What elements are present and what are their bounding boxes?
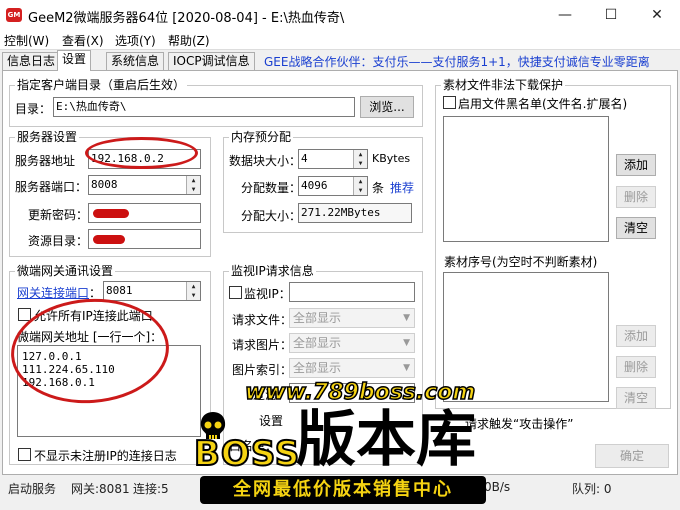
status-start: 启动服务 (8, 482, 57, 496)
server-port-input[interactable]: 8008 ▲ ▼ (88, 175, 201, 195)
resource-dir-input[interactable] (88, 229, 201, 249)
redaction-mark (93, 235, 125, 244)
server-port-value: 8008 (91, 178, 118, 191)
block-size-input[interactable]: 4 ▲ ▼ (298, 149, 368, 169)
alloc-size-field: 271.22MBytes (298, 203, 412, 223)
alloc-count-input[interactable]: 4096 ▲ ▼ (298, 176, 368, 196)
menu-control[interactable]: 控制(W) (4, 32, 49, 49)
status-speed: 0B/s (484, 480, 511, 494)
tab-strip: 信息日志 设置 系统信息 IOCP调试信息 GEE战略合作伙伴：支付乐——支付服… (0, 50, 680, 71)
block-size-label: 数据块大小： (229, 154, 302, 168)
server-address-label: 服务器地址 (15, 154, 76, 168)
recommend-link[interactable]: 推荐 (390, 179, 414, 196)
request-image-label: 请求图片： (232, 338, 293, 352)
request-file-select[interactable]: 全部显示 ▼ (289, 308, 415, 328)
request-image-value: 全部显示 (293, 336, 342, 350)
server-group-label: 服务器设置 (15, 128, 80, 145)
hide-unreg-label: 不显示未注册IP的连接日志 (34, 449, 177, 463)
monitor-ip-input[interactable] (289, 282, 415, 302)
server-port-spinner[interactable]: ▲ ▼ (186, 176, 200, 194)
monitor-ip-checkbox[interactable] (229, 286, 242, 299)
attack-trigger-label: 请求触发“攻击操作” (465, 417, 574, 431)
server-port-label: 服务器端口： (15, 180, 88, 194)
image-index-label: 图片索引： (232, 363, 293, 377)
filter-input[interactable] (289, 383, 415, 403)
status-bar: 启动服务 网关:8081 连接:5 0B/s 队列: 0 (0, 476, 680, 510)
alloc-count-value: 4096 (301, 179, 328, 192)
asset-seq-list[interactable] (443, 272, 609, 402)
blacklist-checkbox[interactable] (443, 96, 456, 109)
maximize-button[interactable]: ☐ (588, 0, 634, 30)
blacklist-label: 启用文件黑名单(文件名.扩展名) (458, 97, 628, 111)
chevron-down-icon: ▼ (403, 338, 410, 348)
whitelist-label: 白名单： (229, 439, 278, 453)
settings-sub-label: 设置 (259, 414, 284, 428)
memory-group-label: 内存预分配 (229, 128, 294, 145)
blacklist-list[interactable] (443, 116, 609, 242)
add-seq-button[interactable]: 添加 (616, 325, 656, 347)
resource-dir-label: 资源目录： (28, 234, 89, 248)
delete-blacklist-button[interactable]: 删除 (616, 186, 656, 208)
menu-help[interactable]: 帮助(Z) (168, 32, 210, 49)
request-file-label: 请求文件： (232, 313, 293, 327)
annotation-circle (85, 137, 198, 169)
request-file-value: 全部显示 (293, 311, 342, 325)
browse-button[interactable]: 浏览... (360, 96, 414, 118)
confirm-button[interactable]: 确定 (595, 444, 669, 468)
menu-options[interactable]: 选项(Y) (115, 32, 156, 49)
alloc-count-label: 分配数量： (241, 181, 302, 195)
settings-panel: 指定客户端目录（重启后生效） 目录： E:\热血传奇\ 浏览... 服务器设置 … (2, 70, 678, 475)
alloc-count-unit: 条 (372, 181, 385, 195)
minimize-button[interactable]: — (542, 0, 588, 30)
tab-iocp-debug[interactable]: IOCP调试信息 (168, 52, 255, 70)
image-index-select[interactable]: 全部显示 ▼ (289, 358, 415, 378)
menu-view[interactable]: 查看(X) (62, 32, 104, 49)
monitor-ip-label: 监视IP： (244, 287, 291, 301)
client-dir-group-label: 指定客户端目录（重启后生效） (15, 76, 188, 93)
add-blacklist-button[interactable]: 添加 (616, 154, 656, 176)
clear-seq-button[interactable]: 清空 (616, 387, 656, 409)
clear-blacklist-button[interactable]: 清空 (616, 217, 656, 239)
update-password-input[interactable] (88, 203, 201, 223)
gateway-port-value: 8081 (106, 284, 133, 297)
dir-label: 目录： (15, 102, 52, 116)
request-image-select[interactable]: 全部显示 ▼ (289, 333, 415, 353)
gateway-port-link[interactable]: 网关连接端口 (17, 284, 89, 301)
block-size-value: 4 (301, 152, 308, 165)
tab-info-log[interactable]: 信息日志 (2, 52, 61, 70)
title-bar: GM GeeM2微端服务器64位 [2020-08-04] - E:\热血传奇\… (0, 0, 680, 30)
dir-input[interactable]: E:\热血传奇\ (53, 97, 355, 117)
filter-label: 过滤： (253, 388, 290, 402)
status-queue: 队列: 0 (572, 482, 612, 496)
menu-bar: 控制(W) 查看(X) 选项(Y) 帮助(Z) (0, 30, 680, 50)
asset-seq-label: 素材序号(为空时不判断素材) (444, 255, 598, 269)
status-gateway: 网关:8081 (71, 482, 130, 496)
window-title: GeeM2微端服务器64位 [2020-08-04] - E:\热血传奇\ (28, 11, 345, 26)
tab-settings[interactable]: 设置 (57, 50, 92, 71)
chevron-down-icon: ▼ (403, 363, 410, 373)
status-connections: 连接:5 (133, 482, 169, 496)
delete-seq-button[interactable]: 删除 (616, 356, 656, 378)
alloc-count-spinner[interactable]: ▲ ▼ (353, 177, 367, 195)
update-password-label: 更新密码： (28, 208, 89, 222)
close-button[interactable]: ✕ (634, 0, 680, 30)
hide-unreg-checkbox[interactable] (18, 448, 31, 461)
gateway-port-input[interactable]: 8081 ▲ ▼ (103, 281, 201, 301)
chevron-down-icon: ▼ (403, 313, 410, 323)
block-size-unit: KBytes (372, 152, 411, 165)
partner-banner: GEE战略合作伙伴：支付乐——支付服务1+1，快捷支付诚信专业零距离 (264, 55, 650, 69)
app-icon: GM (6, 8, 22, 22)
monitor-group-label: 监视IP请求信息 (229, 262, 316, 279)
tab-system-info[interactable]: 系统信息 (106, 52, 165, 70)
gateway-group-label: 微端网关通讯设置 (15, 262, 116, 279)
asset-protection-label: 素材文件非法下载保护 (441, 76, 566, 93)
gateway-port-spinner[interactable]: ▲ ▼ (186, 282, 200, 300)
alloc-size-label: 分配大小： (241, 209, 302, 223)
image-index-value: 全部显示 (293, 361, 342, 375)
redaction-mark (93, 209, 129, 218)
block-size-spinner[interactable]: ▲ ▼ (353, 150, 367, 168)
